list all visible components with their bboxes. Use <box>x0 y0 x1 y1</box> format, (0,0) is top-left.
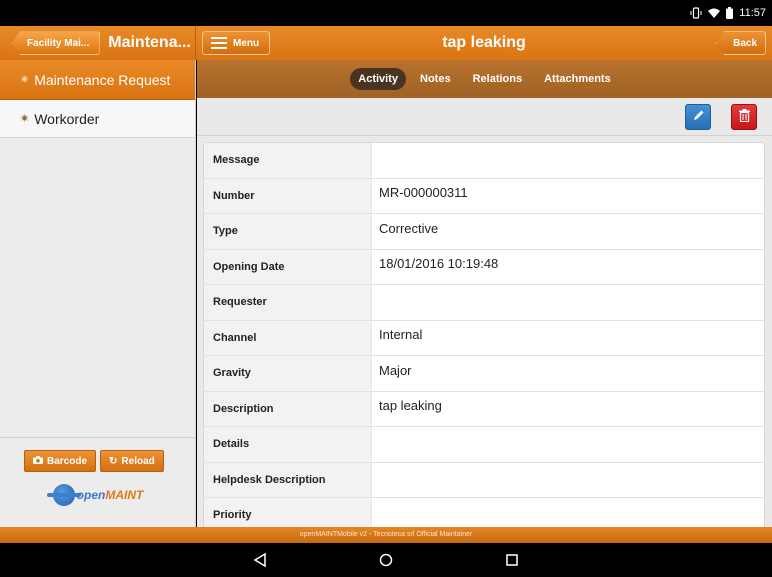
reload-button[interactable]: ↻ Reload <box>100 450 164 472</box>
menu-button[interactable]: Menu <box>202 31 270 55</box>
menu-button-label: Menu <box>233 37 260 49</box>
field-row: Gravity Major <box>204 356 764 392</box>
field-row: Description tap leaking <box>204 391 764 427</box>
field-label: Gravity <box>204 356 372 391</box>
reload-icon: ↻ <box>109 455 118 467</box>
edit-button[interactable] <box>685 104 711 130</box>
field-row: Priority <box>204 498 764 527</box>
field-label: Requester <box>204 285 372 320</box>
trash-icon <box>738 109 750 125</box>
logo-text-suffix: MAINT <box>105 488 144 502</box>
nav-recents-icon[interactable] <box>497 545 527 575</box>
nav-home-icon[interactable] <box>371 545 401 575</box>
back-button[interactable]: Back <box>716 31 766 55</box>
logo-text-prefix: open <box>76 488 106 502</box>
field-label: Channel <box>204 320 372 355</box>
field-value: Internal <box>379 327 423 343</box>
reload-button-label: Reload <box>121 455 155 467</box>
section-title: Maintena... <box>108 34 191 51</box>
barcode-button-label: Barcode <box>47 455 88 467</box>
nav-back-icon[interactable] <box>245 545 275 575</box>
sidebar-bottom: Barcode ↻ Reload openMAINT <box>0 437 196 527</box>
field-value <box>372 285 764 320</box>
detail-content: Message Number MR-000000311 Type Corrective O… <box>197 136 772 527</box>
android-nav-bar <box>0 543 772 577</box>
app-header: Facility Mai... Maintena... Menu tap lea… <box>0 26 772 60</box>
pencil-icon <box>692 109 705 125</box>
page-title: tap leaking <box>442 34 526 51</box>
hamburger-icon <box>211 34 227 52</box>
field-label: Priority <box>204 498 372 527</box>
field-row: Number MR-000000311 <box>204 178 764 214</box>
field-label: Details <box>204 427 372 462</box>
sidebar-buttons: Barcode ↻ Reload <box>0 438 196 472</box>
field-row: Channel Internal <box>204 320 764 356</box>
gear-icon: ✷ <box>20 74 30 86</box>
field-row: Requester <box>204 285 764 321</box>
field-value: tap leaking <box>379 398 442 414</box>
field-value: Corrective <box>379 220 439 236</box>
header-right: Menu tap leaking Back <box>196 26 772 60</box>
field-value <box>372 498 764 527</box>
openmaint-logo: openMAINT <box>0 484 196 506</box>
vibrate-icon <box>690 6 702 20</box>
field-row: Type Corrective <box>204 214 764 250</box>
field-value: Major <box>379 362 412 378</box>
field-value <box>372 427 764 462</box>
sidebar-item-label: Workorder <box>34 110 100 127</box>
field-label: Helpdesk Description <box>204 462 372 497</box>
field-label: Opening Date <box>204 249 372 284</box>
battery-icon <box>726 6 734 20</box>
field-row: Opening Date 18/01/2016 10:19:48 <box>204 249 764 285</box>
sidebar-item-label: Maintenance Request <box>34 71 171 88</box>
field-label: Number <box>204 178 372 213</box>
field-value: 18/01/2016 10:19:48 <box>379 256 499 272</box>
sidebar-item-maintenance-request[interactable]: ✷ Maintenance Request <box>0 60 195 100</box>
camera-icon <box>33 455 43 467</box>
wifi-icon <box>708 6 721 20</box>
sidebar: ✷ Maintenance Request ✷ Workorder Barcod… <box>0 60 196 527</box>
tab-notes[interactable]: Notes <box>412 68 459 90</box>
field-value: MR-000000311 <box>379 185 468 201</box>
status-time: 11:57 <box>739 7 766 19</box>
field-row: Message <box>204 143 764 179</box>
field-label: Description <box>204 391 372 426</box>
status-bar: 11:57 <box>0 0 772 26</box>
field-label: Type <box>204 214 372 249</box>
logo-mark-icon <box>46 484 81 506</box>
field-value <box>372 463 764 498</box>
detail-card: Message Number MR-000000311 Type Corrective O… <box>203 142 765 527</box>
breadcrumb-back-button[interactable]: Facility Mai... <box>12 31 101 55</box>
field-label: Message <box>204 143 372 178</box>
header-left: Facility Mai... Maintena... <box>0 26 196 60</box>
gear-icon: ✷ <box>20 113 30 125</box>
delete-button[interactable] <box>731 104 757 130</box>
tab-relations[interactable]: Relations <box>465 68 531 90</box>
field-value <box>372 143 764 178</box>
barcode-button[interactable]: Barcode <box>24 450 97 472</box>
field-row: Helpdesk Description <box>204 462 764 498</box>
logo-text: openMAINT <box>77 488 144 502</box>
tab-activity[interactable]: Activity <box>350 68 407 90</box>
sidebar-item-workorder[interactable]: ✷ Workorder <box>0 100 195 138</box>
action-bar <box>197 98 772 136</box>
footer: openMAINTMobile v2 - Tecnoteca srl Offic… <box>0 527 772 543</box>
field-row: Details <box>204 427 764 463</box>
tab-attachments[interactable]: Attachments <box>536 68 619 90</box>
tab-bar: Activity Notes Relations Attachments <box>197 60 772 98</box>
